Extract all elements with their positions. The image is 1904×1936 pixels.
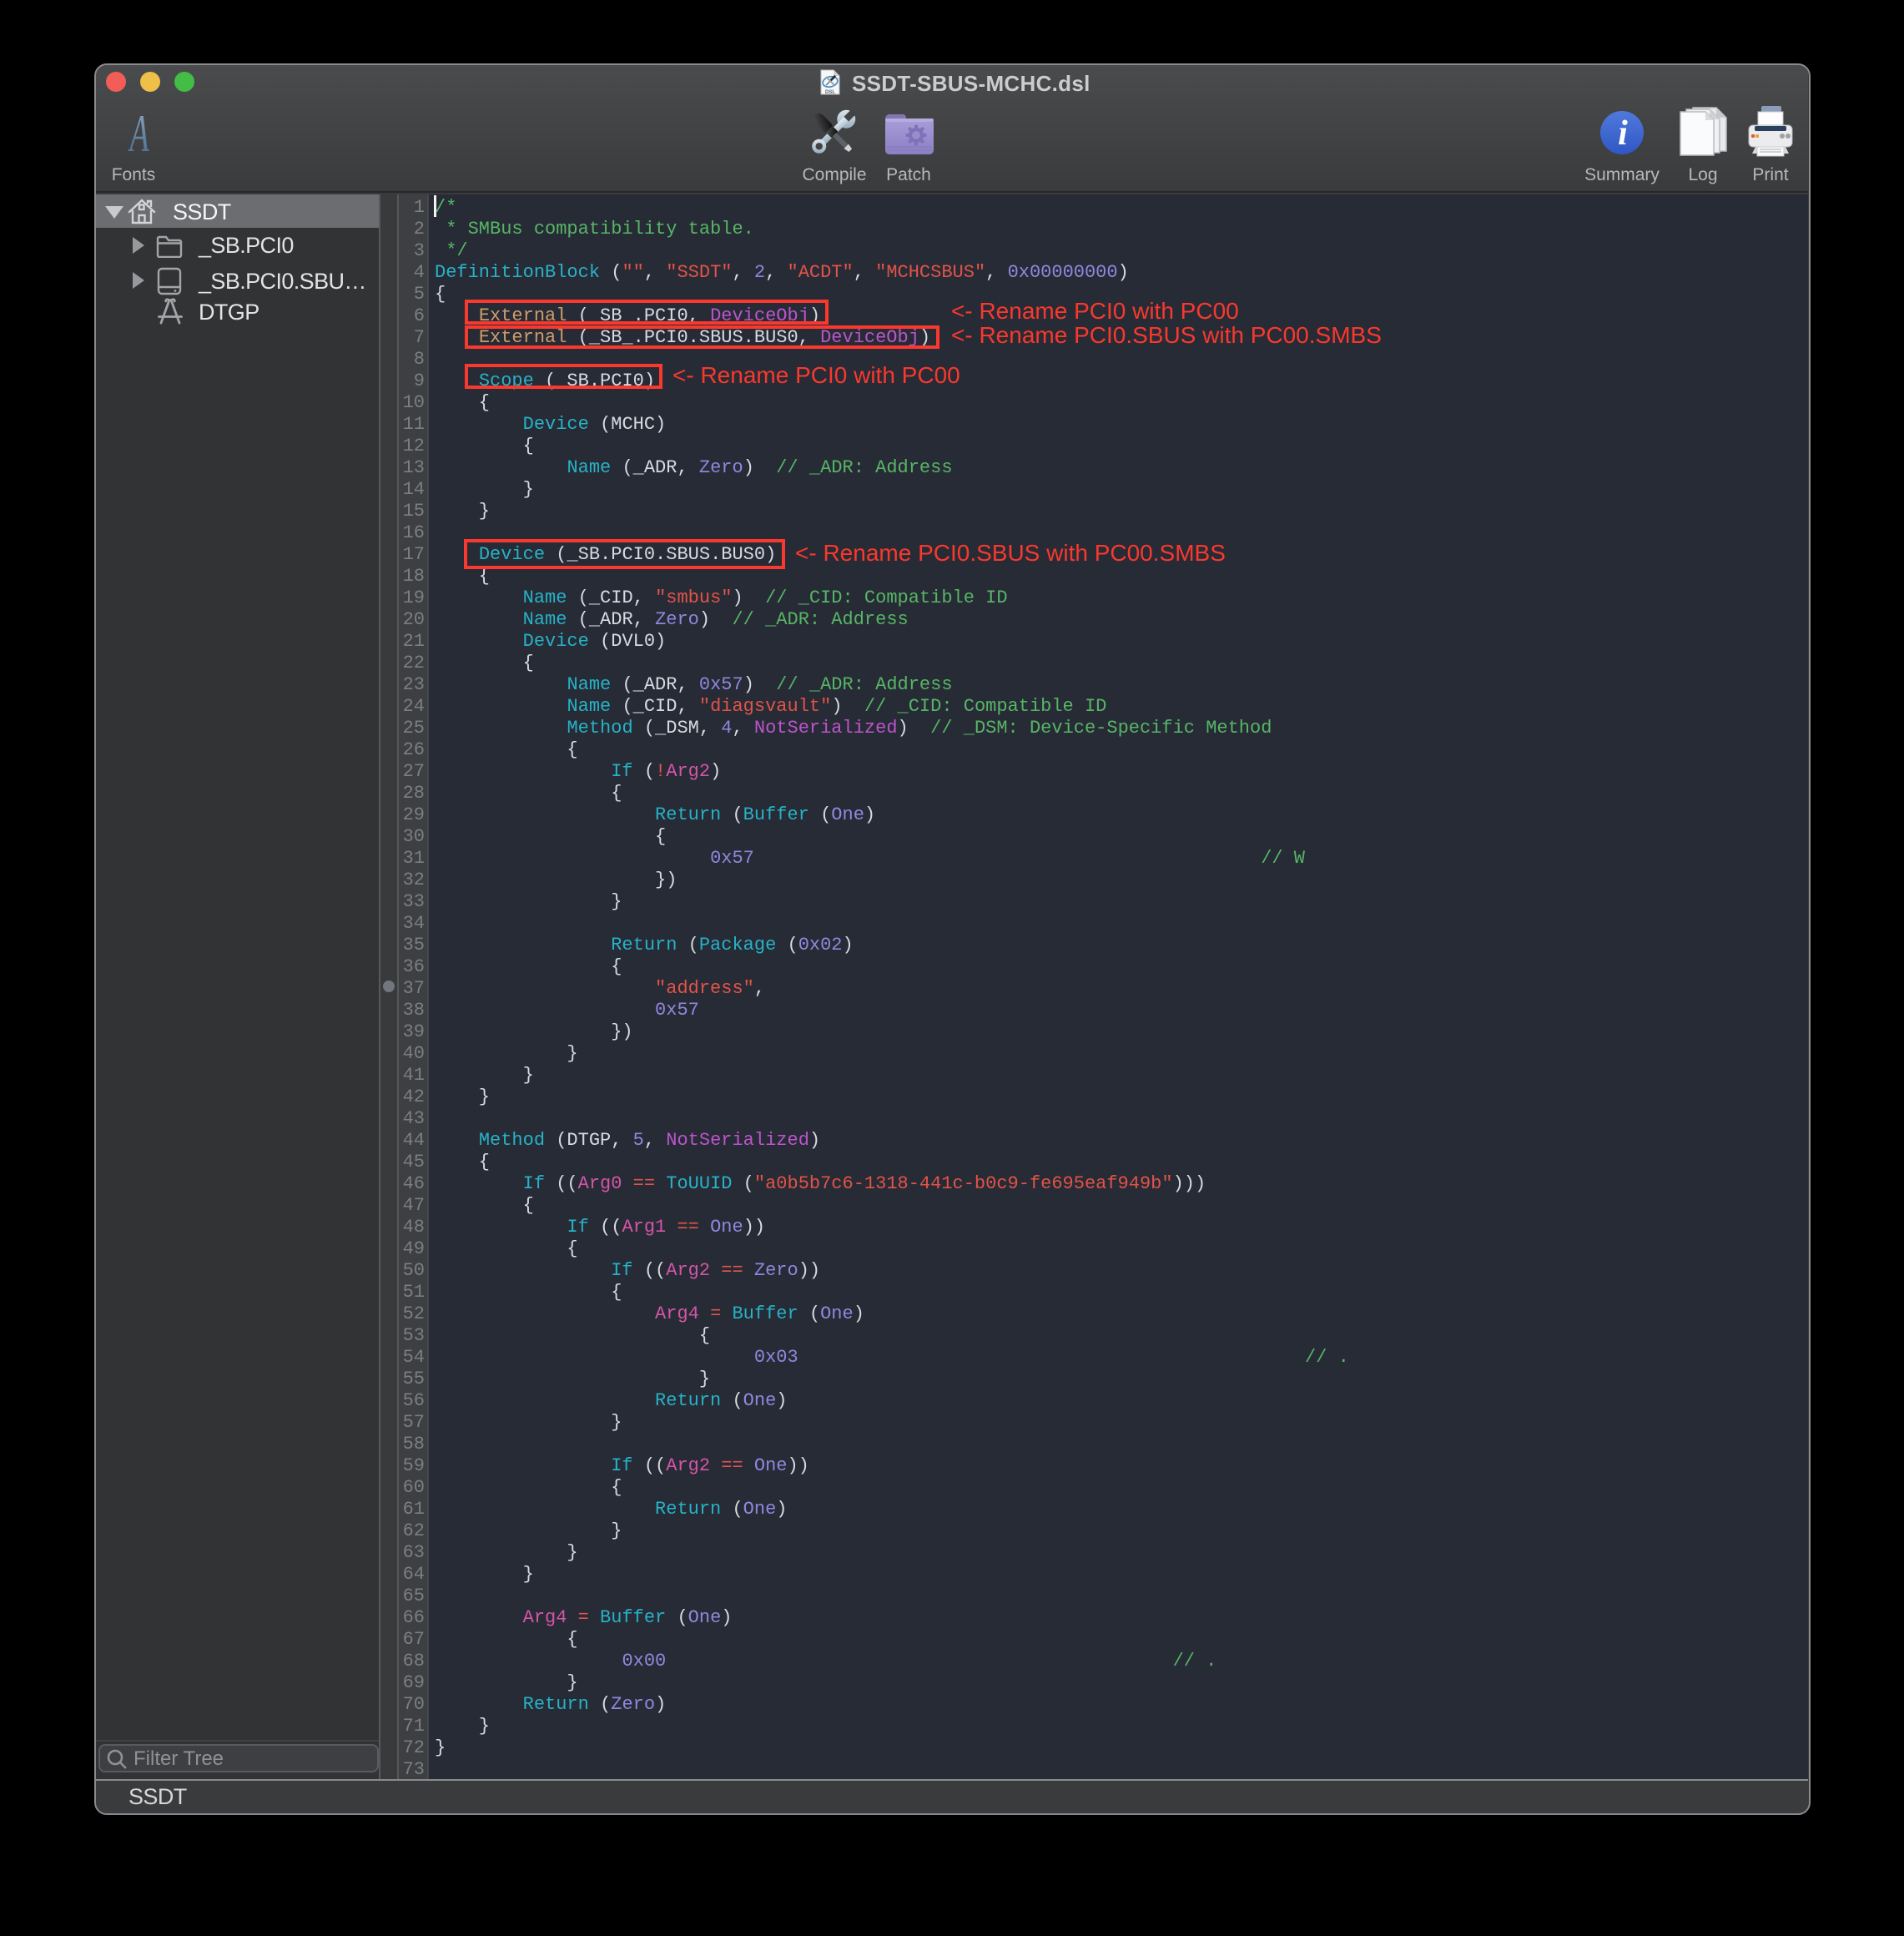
- svg-text:DSL: DSL: [825, 90, 835, 95]
- svg-text:i: i: [1618, 114, 1628, 153]
- svg-text:A: A: [128, 112, 149, 154]
